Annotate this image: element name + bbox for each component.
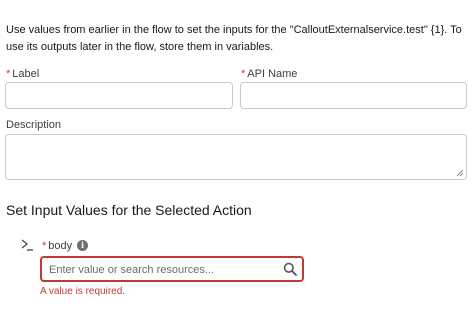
api-name-field-text: API Name <box>247 68 298 80</box>
section-title: Set Input Values for the Selected Action <box>6 202 252 218</box>
intro-text: Use values from earlier in the flow to s… <box>6 24 462 53</box>
body-value-input[interactable] <box>49 261 279 278</box>
required-mark: * <box>241 68 246 80</box>
api-name-field-label: * API Name <box>241 68 297 80</box>
label-field-text: Label <box>12 68 40 80</box>
body-param-label: * body <box>42 240 72 252</box>
api-name-input[interactable] <box>240 82 467 109</box>
resize-handle-icon[interactable] <box>456 169 464 177</box>
label-input[interactable] <box>5 82 233 109</box>
chevron-right-icon[interactable] <box>20 239 34 251</box>
label-field-label: * Label <box>6 68 39 80</box>
body-param-name: body <box>48 240 73 252</box>
description-textarea[interactable] <box>5 134 467 180</box>
info-icon[interactable]: i <box>77 240 88 251</box>
body-value-field[interactable] <box>40 256 304 282</box>
search-icon <box>283 262 297 276</box>
required-mark: * <box>6 68 11 80</box>
required-mark: * <box>42 240 47 252</box>
error-message: A value is required. <box>40 286 126 297</box>
description-field-label: Description <box>6 119 62 131</box>
